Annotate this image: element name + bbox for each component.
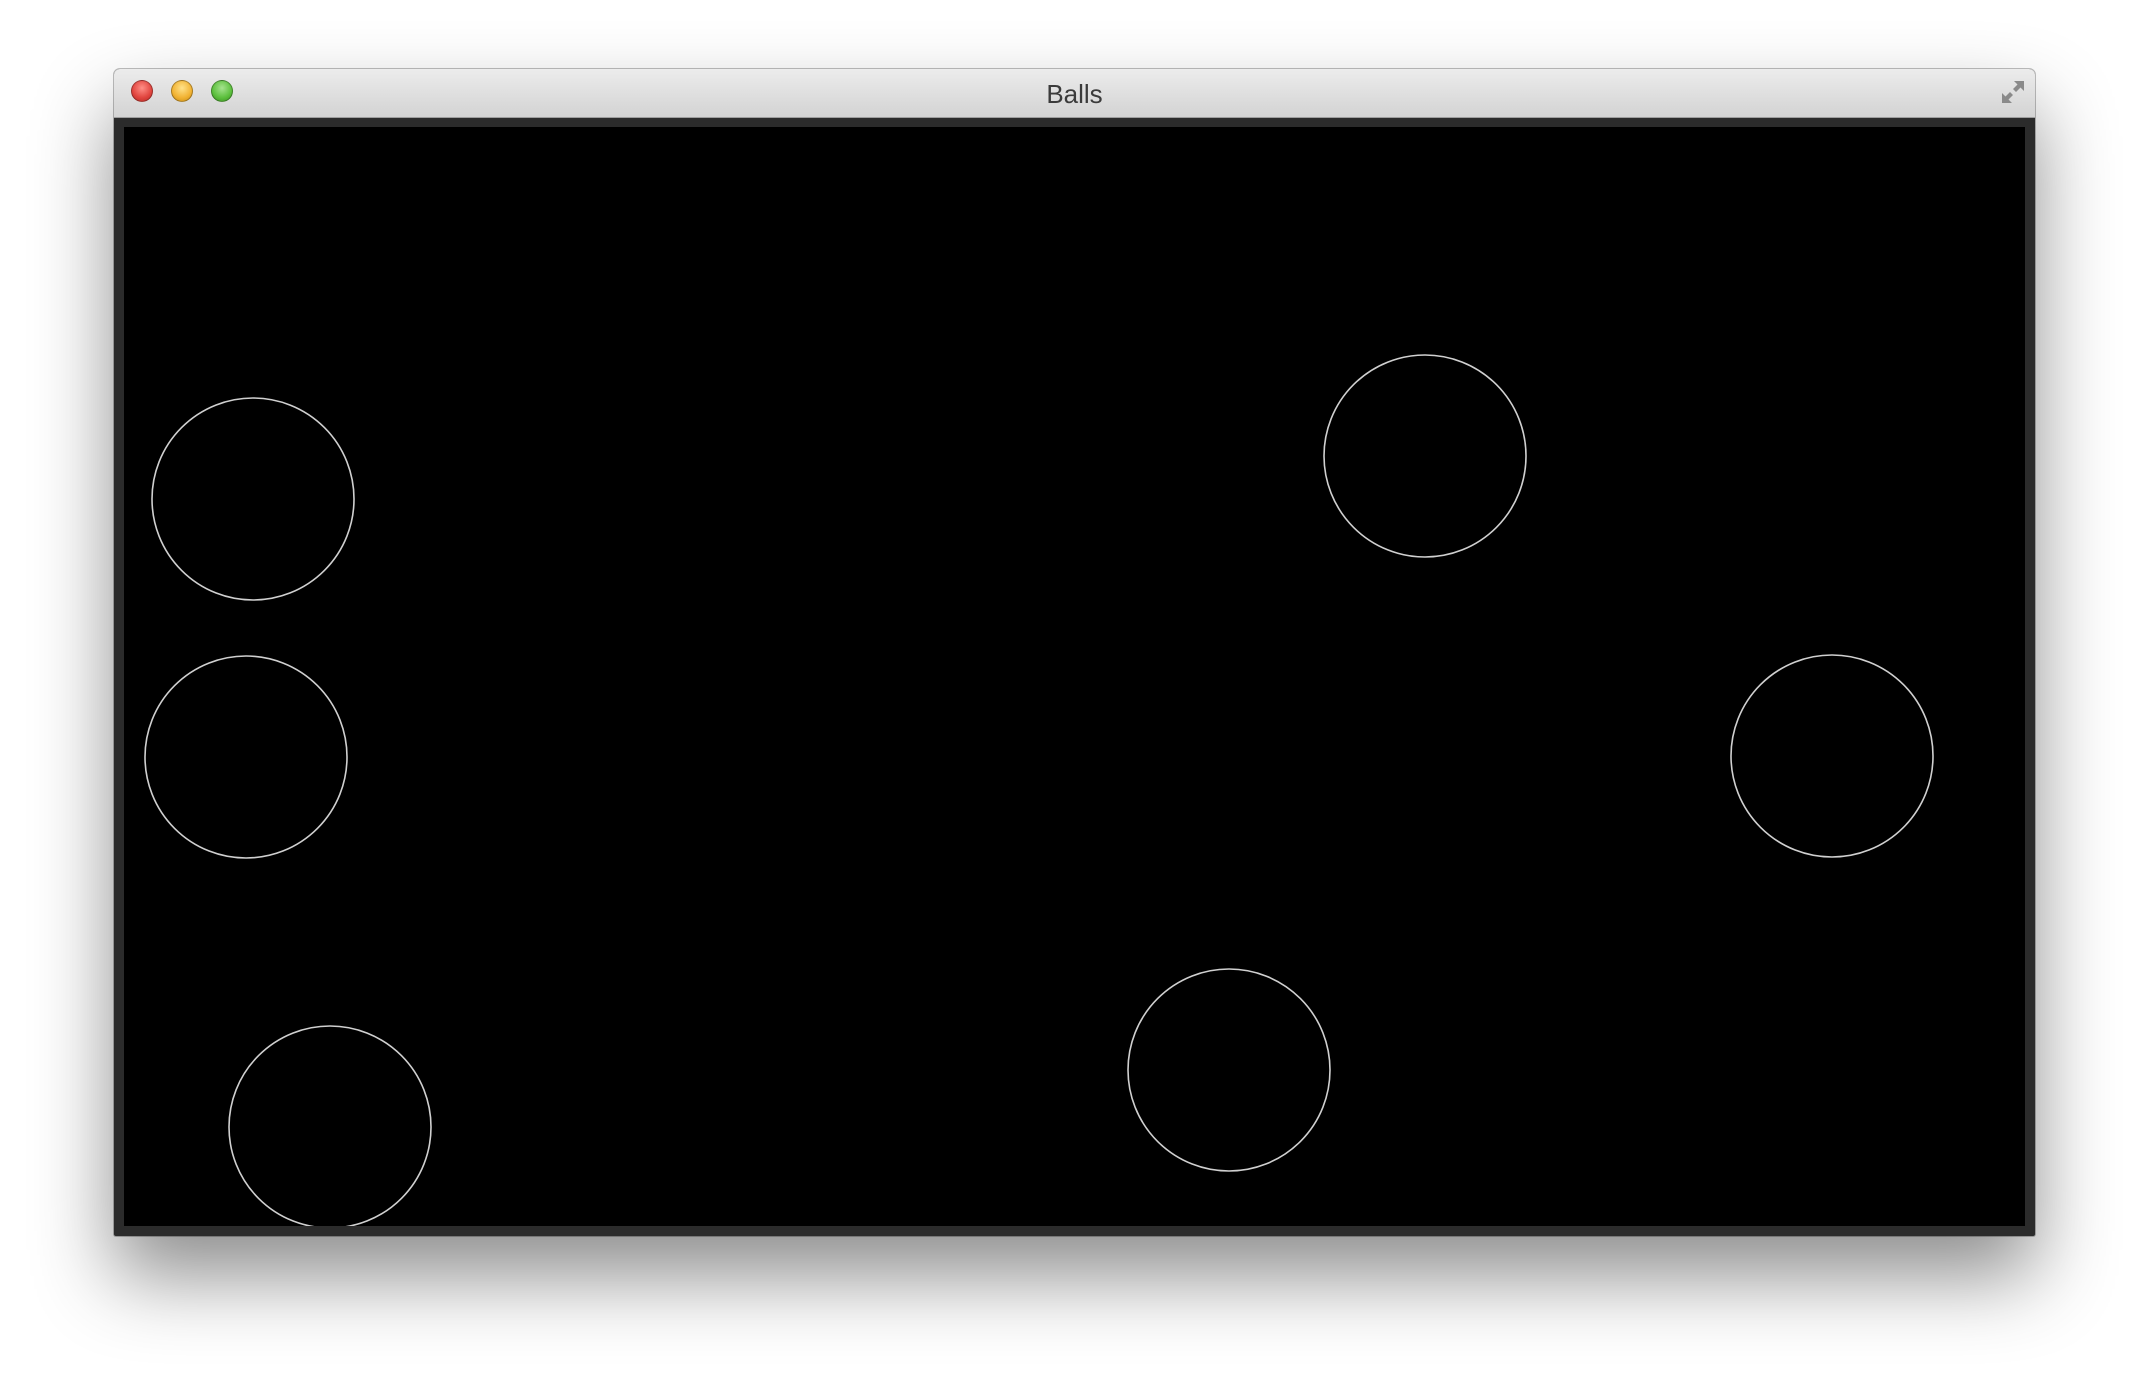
drawing-canvas[interactable] [124, 127, 2025, 1226]
app-window: Balls [114, 69, 2035, 1236]
canvas-background [124, 127, 2025, 1226]
window-title: Balls [1046, 79, 1103, 109]
balls-svg [124, 127, 2025, 1226]
title-bar[interactable]: Balls [114, 69, 2035, 118]
fullscreen-icon[interactable] [1999, 78, 2027, 106]
